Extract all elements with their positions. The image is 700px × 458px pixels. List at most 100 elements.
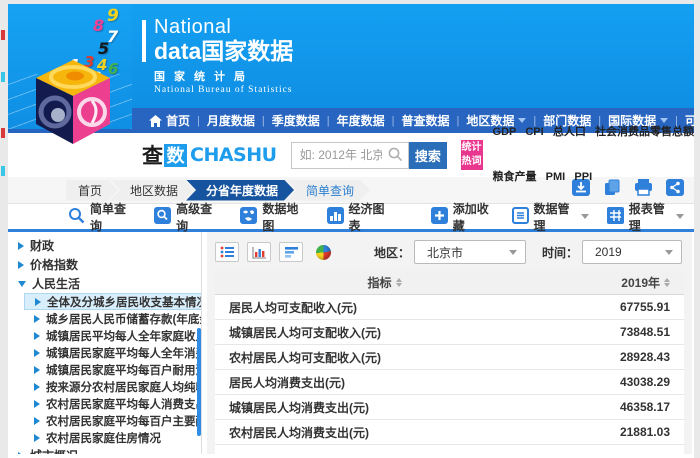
- breadcrumb-provincial-annual[interactable]: 分省年度数据: [186, 180, 294, 201]
- nav-label: 普查数据: [402, 112, 450, 129]
- sidebar-item-city-overview[interactable]: 城市概况: [8, 446, 201, 454]
- table-row[interactable]: 农村居民人均消费支出(元) 21881.03: [215, 420, 684, 445]
- nbs-cube-logo: [34, 60, 112, 146]
- indicator-cell: 城镇居民人均可支配收入(元): [215, 324, 554, 341]
- nav-item-home[interactable]: 首页: [142, 112, 197, 129]
- advanced-query-label: 高级查询: [176, 200, 218, 234]
- sidebar-subitem-rural-durables[interactable]: 农村居民家庭平均每百户主要耐用消费品: [8, 412, 201, 429]
- advanced-query-button[interactable]: 高级查询: [154, 200, 218, 234]
- table-row[interactable]: 城镇居民人均可支配收入(元) 73848.51: [215, 320, 684, 345]
- time-dropdown[interactable]: 2019: [582, 240, 682, 264]
- chevron-down-icon: [665, 250, 673, 255]
- hbar-chart-view-button[interactable]: [279, 242, 303, 262]
- sidebar-subitem-urban-durables[interactable]: 城镇居民家庭平均每百户耐用消费品拥有: [8, 361, 201, 378]
- triangle-right-icon: [34, 417, 40, 425]
- triangle-right-icon: [34, 315, 40, 323]
- sidebar-subitem-urban-income-source[interactable]: 城镇居民平均每人全年家庭收入来源: [8, 327, 201, 344]
- window-edge-mark: [1, 30, 5, 40]
- breadcrumb-simple-query[interactable]: 简单查询: [286, 180, 370, 201]
- sidebar-label: 城镇居民家庭平均每百户耐用消费品拥有: [46, 362, 201, 378]
- value-cell: 21881.03: [554, 425, 684, 439]
- search-box: [291, 142, 410, 169]
- nav-item-annual[interactable]: 年度数据: [330, 112, 392, 129]
- table-row[interactable]: 居民人均消费支出(元) 43038.29: [215, 370, 684, 395]
- triangle-right-icon: [34, 332, 40, 340]
- indicator-header-label: 指标: [367, 274, 391, 291]
- sidebar-subitem-rural-consumption[interactable]: 农村居民家庭平均每人消费支出: [8, 395, 201, 412]
- year-header-label: 2019年: [621, 274, 660, 291]
- time-dropdown-value: 2019: [595, 245, 662, 259]
- triangle-right-icon: [34, 434, 40, 442]
- hot-badge-line2: 热词: [461, 155, 483, 169]
- site-title: National data国家数据 国家统计局 National Bureau …: [142, 17, 293, 95]
- value-cell: 43038.29: [554, 375, 684, 389]
- bar-chart-view-button[interactable]: [247, 242, 271, 262]
- hot-words-line1[interactable]: GDP CPI 总人口 社会消费品零售总额: [493, 125, 694, 140]
- sidebar-item-finance[interactable]: 财政: [8, 236, 201, 255]
- map-icon: [240, 207, 257, 227]
- sidebar-label: 财政: [30, 237, 54, 254]
- nav-label: 首页: [166, 112, 190, 129]
- indicator-sidebar: 财政 价格指数 人民生活 全体及分城乡居民收支基本情况(新口径) 城乡居民人民币…: [8, 232, 202, 454]
- nav-label: 季度数据: [272, 112, 320, 129]
- table-header-row: 指标 2019年: [215, 271, 684, 295]
- nav-item-quarterly[interactable]: 季度数据: [265, 112, 327, 129]
- sidebar-subitem-savings-deposit[interactable]: 城乡居民人民币储蓄存款(年底余额): [8, 310, 201, 327]
- main-panel: 地区： 北京市 时间： 2019 指标: [207, 232, 692, 454]
- search-filled-icon: [154, 207, 171, 227]
- sidebar-label: 农村居民家庭平均每人消费支出: [46, 396, 201, 412]
- indicator-cell: 农村居民人均可支配收入(元): [215, 349, 554, 366]
- add-favorite-label: 添加收藏: [453, 200, 494, 234]
- indicator-cell: 居民人均可支配收入(元): [215, 299, 554, 316]
- economic-charts-button[interactable]: 经济图表: [327, 200, 391, 234]
- value-cell: 28928.43: [554, 350, 684, 364]
- sidebar-label: 城市概况: [30, 447, 78, 454]
- chashu-logo-en: CHASHU: [190, 144, 277, 166]
- hbar-chart-view-icon: [284, 246, 299, 258]
- region-dropdown[interactable]: 北京市: [414, 240, 526, 264]
- breadcrumb-regional-data[interactable]: 地区数据: [110, 180, 194, 201]
- table-row[interactable]: 居民人均可支配收入(元) 67755.91: [215, 295, 684, 320]
- list-view-button[interactable]: [215, 242, 239, 262]
- search-outline-icon: [68, 207, 85, 227]
- simple-query-button[interactable]: 简单查询: [68, 200, 132, 234]
- sidebar-subitem-urban-consumption[interactable]: 城镇居民家庭平均每人全年消费性支出: [8, 344, 201, 361]
- data-map-button[interactable]: 数据地图: [240, 200, 304, 234]
- sidebar-scrollbar[interactable]: [197, 328, 201, 436]
- pie-chart-view-icon: [316, 245, 331, 260]
- simple-query-label: 简单查询: [90, 200, 132, 234]
- window-edge-mark: [1, 166, 5, 176]
- table-row[interactable]: 城镇居民人均消费支出(元) 46358.17: [215, 395, 684, 420]
- add-favorite-button[interactable]: 添加收藏: [431, 200, 494, 234]
- site-subtitle-en: National Bureau of Statistics: [154, 85, 293, 95]
- chashu-logo: 查 数 CHASHU: [142, 140, 277, 170]
- sidebar-label: 城乡居民人民币储蓄存款(年底余额): [46, 311, 201, 327]
- search-button[interactable]: 搜索: [409, 142, 446, 169]
- triangle-right-icon: [35, 298, 41, 306]
- sort-icon[interactable]: [396, 278, 402, 287]
- sidebar-item-price-index[interactable]: 价格指数: [8, 255, 201, 274]
- sort-icon[interactable]: [664, 278, 670, 287]
- pie-chart-view-button[interactable]: [311, 242, 335, 262]
- hot-words-line2[interactable]: 粮食产量 PMI PPI: [493, 170, 694, 185]
- sidebar-label: 城镇居民平均每人全年家庭收入来源: [46, 328, 201, 344]
- sidebar-subitem-rural-housing[interactable]: 农村居民家庭住房情况: [8, 429, 201, 446]
- table-row[interactable]: 农村居民人均可支配收入(元) 28928.43: [215, 345, 684, 370]
- sidebar-subitem-income-expenditure-overview[interactable]: 全体及分城乡居民收支基本情况(新口径): [24, 293, 202, 310]
- sidebar-item-people-livelihood[interactable]: 人民生活: [8, 274, 201, 293]
- sidebar-label: 城镇居民家庭平均每人全年消费性支出: [46, 345, 201, 361]
- sidebar-subitem-rural-net-income[interactable]: 按来源分农村居民家庭人均纯收入: [8, 378, 201, 395]
- nav-item-census[interactable]: 普查数据: [395, 112, 457, 129]
- table-body: 居民人均可支配收入(元) 67755.91 城镇居民人均可支配收入(元) 738…: [215, 295, 684, 454]
- time-filter-label: 时间：: [542, 244, 578, 261]
- value-cell: 67755.91: [554, 300, 684, 314]
- site-title-en-1: National: [154, 17, 293, 38]
- nav-item-monthly[interactable]: 月度数据: [200, 112, 262, 129]
- data-map-label: 数据地图: [262, 200, 304, 234]
- value-cell: 46358.17: [554, 400, 684, 414]
- economic-charts-label: 经济图表: [349, 200, 391, 234]
- page: National data国家数据 国家统计局 National Bureau …: [8, 4, 694, 458]
- breadcrumb-home[interactable]: 首页: [66, 180, 118, 201]
- data-table: 指标 2019年 居民人均可支配收入(元) 67755.91 城镇居民人均可支配…: [215, 271, 684, 454]
- sidebar-label: 价格指数: [30, 256, 78, 273]
